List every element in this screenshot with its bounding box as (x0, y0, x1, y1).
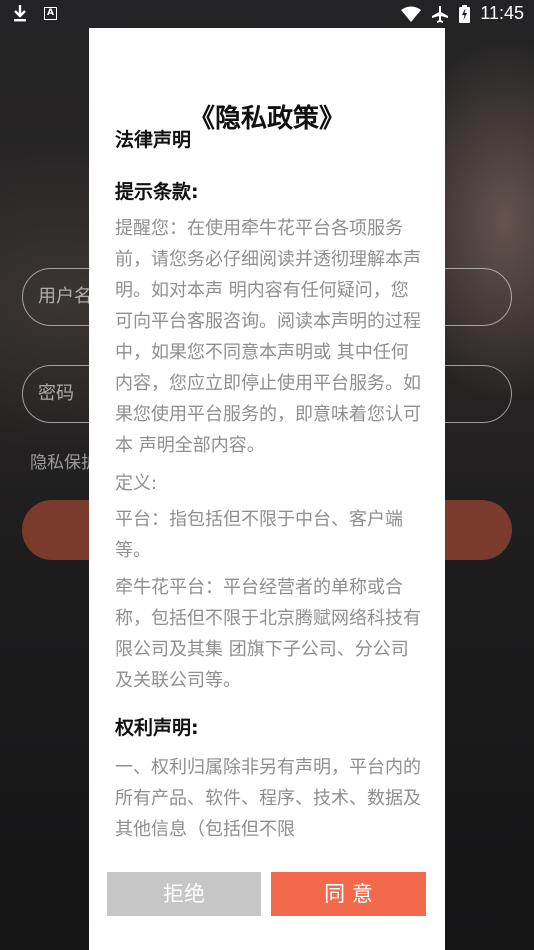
reject-button[interactable]: 拒绝 (107, 872, 261, 916)
download-icon (14, 5, 26, 22)
username-placeholder: 用户名 (38, 286, 92, 307)
paragraph-platform: 平台：指包括但不限于中台、客户端等。 (115, 509, 403, 561)
paragraph-definition: 定义: (115, 473, 158, 494)
privacy-dialog: 《隐私政策》 法律声明 提示条款: 提醒您：在使用牵牛花平台各项服务前，请您务必… (89, 28, 445, 950)
battery-icon (459, 4, 471, 23)
airplane-icon (432, 5, 449, 23)
heading-legal: 法律声明 (115, 129, 192, 151)
status-left: A (12, 4, 57, 22)
heading-rights: 权利声明: (115, 717, 199, 739)
paragraph-tips: 提醒您：在使用牵牛花平台各项服务前，请您务必仔细阅读并透彻理解本声明。如对本声 … (115, 218, 421, 456)
clock: 11:45 (480, 3, 524, 23)
status-right: 11:45 (401, 3, 524, 24)
wifi-icon (401, 6, 422, 22)
status-bar: A 11:45 (0, 0, 534, 28)
agree-button[interactable]: 同 意 (271, 872, 426, 916)
policy-scroll-area[interactable]: 法律声明 提示条款: 提醒您：在使用牵牛花平台各项服务前，请您务必仔细阅读并透彻… (115, 124, 421, 876)
paragraph-qnh-platform: 牵牛花平台：平台经营者的单称或合称，包括但不限于北京腾赋网络科技有限公司及其集 … (115, 577, 421, 691)
heading-tips: 提示条款: (115, 181, 199, 203)
password-placeholder: 密码 (38, 383, 74, 404)
text-notification-icon: A (44, 6, 57, 20)
privacy-hint[interactable]: 隐私保护 (30, 448, 98, 473)
paragraph-rights: 一、权利归属除非另有声明，平台内的所有产品、软件、程序、技术、数据及其他信息（包… (115, 757, 421, 840)
